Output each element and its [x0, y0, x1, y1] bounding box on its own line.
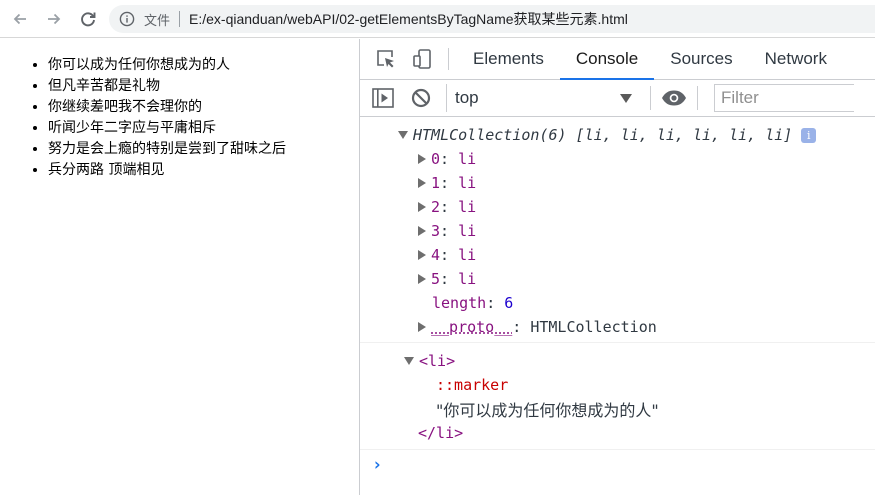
entry-value: li: [458, 150, 477, 168]
entry-index: 0: [431, 150, 441, 168]
expand-triangle-icon[interactable]: [398, 131, 408, 139]
scheme-label: 文件: [144, 12, 171, 28]
element-close-row: </li>: [360, 421, 875, 445]
console-message-element: <li> ::marker "你可以成为任何你想成为的人" </li>: [360, 343, 875, 450]
arrow-left-icon: [13, 13, 26, 24]
toolbar-divider: [697, 86, 698, 110]
marker-pseudo: ::marker: [436, 376, 509, 394]
collection-summary: HTMLCollection(6) [li, li, li, li, li, l…: [413, 126, 793, 144]
device-icon: [413, 49, 431, 69]
context-value: top: [455, 88, 479, 107]
devtools-panel: Elements Console Sources Network top Fil…: [359, 39, 875, 495]
entry-value: li: [458, 174, 477, 192]
caret-down-icon: [620, 93, 632, 103]
open-tag: <li>: [419, 352, 456, 370]
close-tag: </li>: [418, 424, 464, 442]
back-button[interactable]: [6, 5, 34, 33]
console-toolbar: top Filter: [360, 80, 875, 117]
info-icon[interactable]: [119, 11, 135, 27]
proto-value: HTMLCollection: [530, 318, 657, 336]
text-node-row: "你可以成为任何你想成为的人": [360, 397, 875, 421]
tab-sources[interactable]: Sources: [654, 39, 748, 79]
proto-key: __proto__: [431, 318, 513, 336]
reload-icon: [81, 11, 96, 26]
entry-index: 3: [431, 222, 441, 240]
marker-row: ::marker: [360, 373, 875, 397]
list-item: 努力是会上瘾的特别是尝到了甜味之后: [48, 139, 359, 160]
browser-toolbar: 文件 E:/ex-qianduan/webAPI/02-getElementsB…: [0, 0, 875, 38]
collection-entry[interactable]: 5: li: [360, 267, 875, 291]
collapsed-triangle-icon[interactable]: [418, 274, 426, 284]
url-text[interactable]: E:/ex-qianduan/webAPI/02-getElementsByTa…: [189, 9, 628, 29]
length-row: length: 6: [432, 294, 514, 312]
tabbar-divider: [448, 48, 449, 70]
list-item: 兵分两路 顶端相见: [48, 160, 359, 181]
sidebar-play-icon: [372, 88, 394, 108]
console-prompt-row[interactable]: ›: [360, 450, 875, 480]
entry-index: 1: [431, 174, 441, 192]
list-item: 你可以成为任何你想成为的人: [48, 55, 359, 76]
address-bar[interactable]: 文件 E:/ex-qianduan/webAPI/02-getElementsB…: [109, 5, 875, 33]
proto-row[interactable]: __proto__: HTMLCollection: [360, 315, 875, 339]
address-divider: [179, 11, 181, 27]
filter-input[interactable]: Filter: [714, 84, 854, 112]
block-icon: [411, 88, 431, 108]
arrow-right-icon: [48, 13, 61, 24]
collapsed-triangle-icon[interactable]: [418, 178, 426, 188]
eye-icon: [662, 90, 686, 106]
forward-button[interactable]: [40, 5, 68, 33]
element-open-row[interactable]: <li>: [360, 349, 875, 373]
tab-elements[interactable]: Elements: [457, 39, 560, 79]
console-output: HTMLCollection(6) [li, li, li, li, li, l…: [360, 117, 875, 480]
length-key: length: [432, 294, 487, 312]
collection-header-row[interactable]: HTMLCollection(6) [li, li, li, li, li, l…: [360, 123, 875, 147]
entry-index: 5: [431, 270, 441, 288]
entry-value: li: [458, 246, 477, 264]
tab-console[interactable]: Console: [559, 39, 655, 80]
text-node: "你可以成为任何你想成为的人": [436, 401, 659, 420]
collapsed-triangle-icon[interactable]: [418, 154, 426, 164]
entry-index: 4: [431, 246, 441, 264]
length-value: 6: [504, 294, 514, 312]
collection-entry[interactable]: 3: li: [360, 219, 875, 243]
reload-button[interactable]: [74, 5, 102, 33]
entry-value: li: [458, 222, 477, 240]
entry-value: li: [458, 270, 477, 288]
collection-entry[interactable]: 0: li: [360, 147, 875, 171]
collapsed-triangle-icon[interactable]: [418, 322, 426, 332]
item-list: 你可以成为任何你想成为的人 但凡辛苦都是礼物 你继续差吧我不会理你的 听闻少年二…: [48, 55, 359, 181]
collapsed-triangle-icon[interactable]: [418, 226, 426, 236]
clear-console-button[interactable]: [406, 83, 436, 113]
devtools-tabbar: Elements Console Sources Network: [360, 39, 875, 80]
inspect-element-button[interactable]: [368, 39, 404, 79]
inspect-cursor-icon: [377, 50, 394, 68]
collection-entry[interactable]: 2: li: [360, 195, 875, 219]
entry-value: li: [458, 198, 477, 216]
info-badge-icon[interactable]: i: [801, 127, 817, 143]
tab-network[interactable]: Network: [749, 39, 843, 79]
live-expression-button[interactable]: [659, 83, 689, 113]
list-item: 你继续差吧我不会理你的: [48, 97, 359, 118]
toggle-sidebar-button[interactable]: [368, 83, 398, 113]
collapsed-triangle-icon[interactable]: [418, 202, 426, 212]
device-toolbar-button[interactable]: [404, 39, 440, 79]
console-message-collection: HTMLCollection(6) [li, li, li, li, li, l…: [360, 117, 875, 343]
collapsed-triangle-icon[interactable]: [418, 250, 426, 260]
context-select[interactable]: top: [446, 84, 642, 112]
entry-index: 2: [431, 198, 441, 216]
page-viewport: 你可以成为任何你想成为的人 但凡辛苦都是礼物 你继续差吧我不会理你的 听闻少年二…: [0, 39, 359, 495]
collection-entry[interactable]: 1: li: [360, 171, 875, 195]
list-item: 但凡辛苦都是礼物: [48, 76, 359, 97]
collection-entry[interactable]: 4: li: [360, 243, 875, 267]
toolbar-divider: [650, 86, 651, 110]
expand-triangle-icon[interactable]: [404, 357, 414, 365]
list-item: 听闻少年二字应与平庸相斥: [48, 118, 359, 139]
prompt-chevron-icon: ›: [372, 455, 383, 475]
